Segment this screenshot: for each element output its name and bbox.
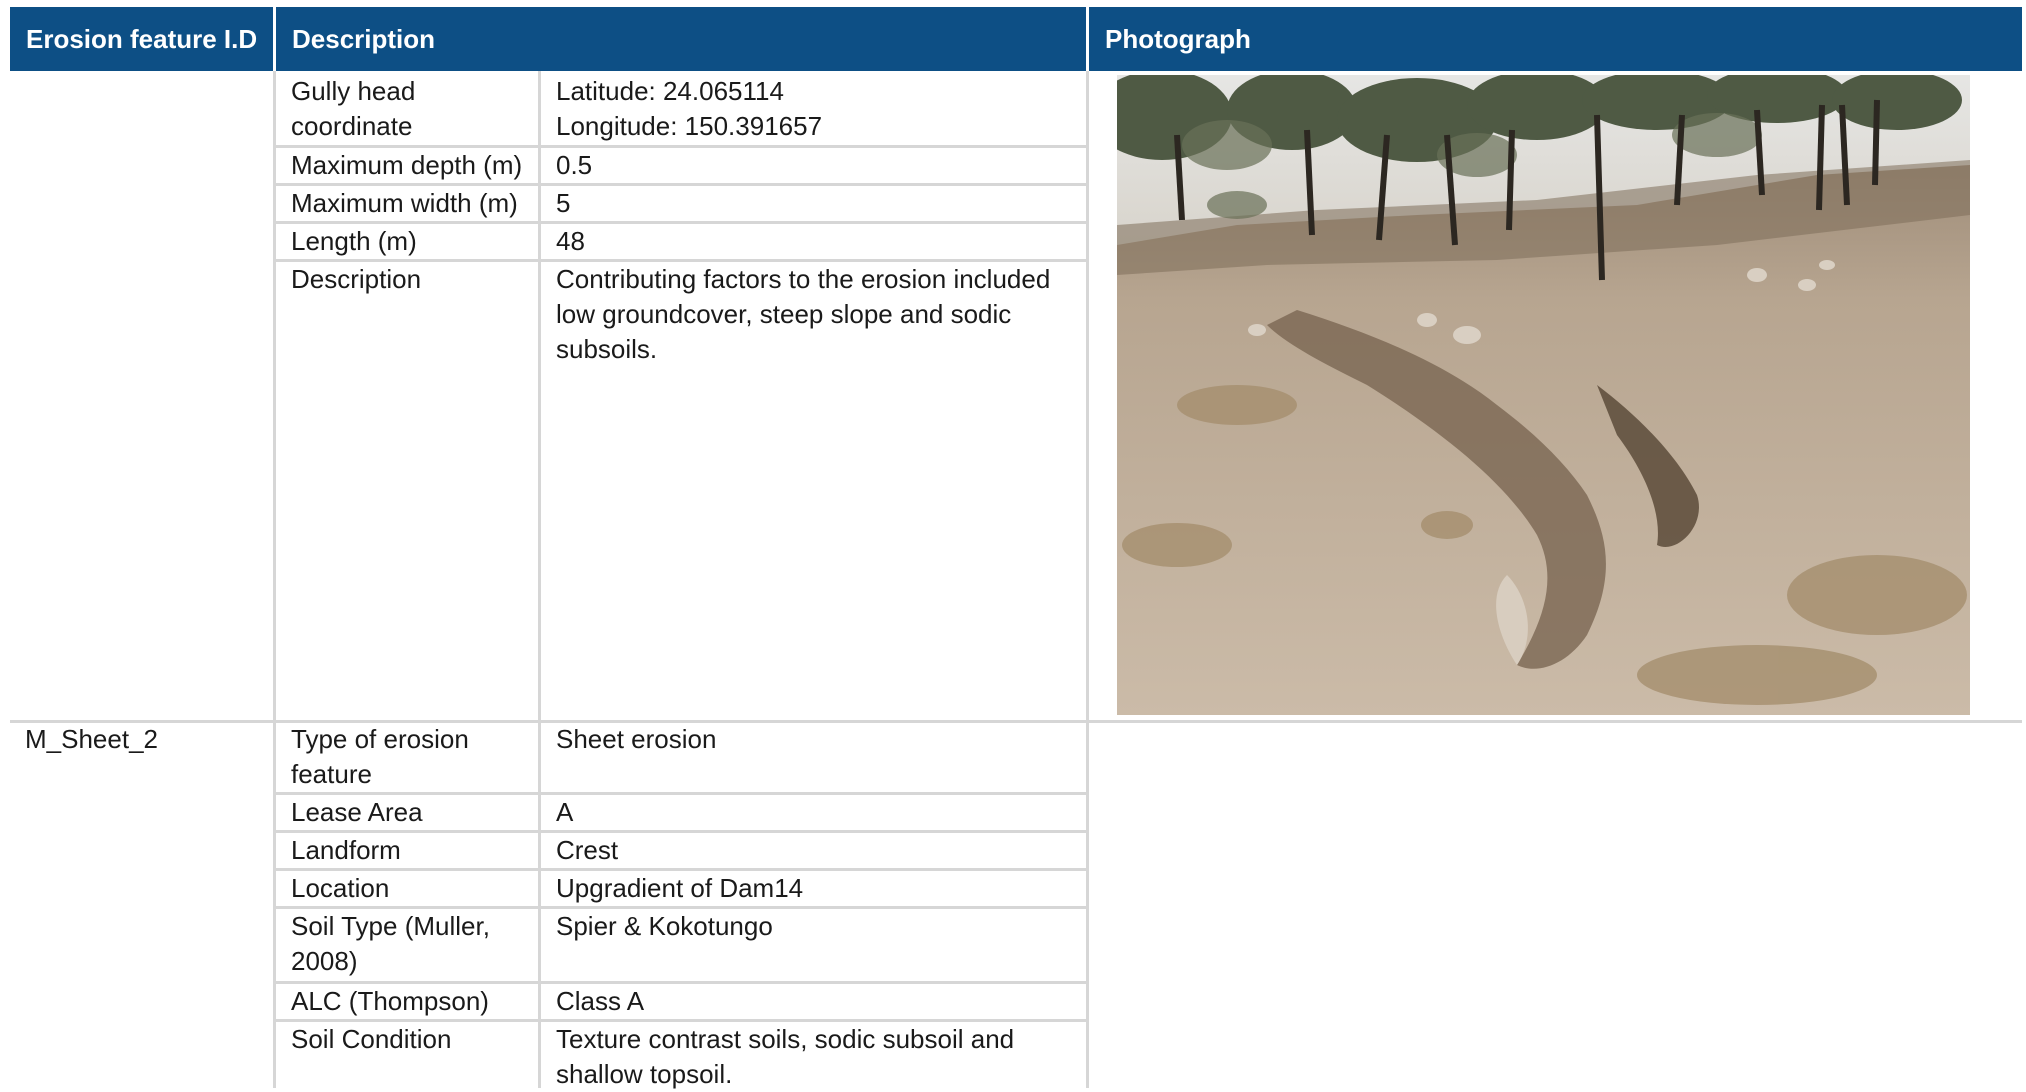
row-value-maximum-width: 5: [556, 188, 571, 218]
row-value-maximum-depth: 0.5: [556, 150, 593, 180]
row-label-soil-type: Soil Type (Muller, 2008): [291, 911, 490, 976]
header-photograph: Photograph: [1089, 7, 2022, 71]
row-label-landform: Landform: [291, 835, 401, 865]
row-label-gully-head-coordinate: Gully head coordinate: [291, 76, 416, 141]
row-label-soil-condition: Soil Condition: [291, 1024, 452, 1054]
row-value-landform: Crest: [556, 835, 619, 865]
erosion-table: Erosion feature I.D Description Photogra…: [0, 0, 2026, 1089]
row-value-description: Contributing factors to the erosion incl…: [556, 264, 1051, 364]
row-label-alc: ALC (Thompson): [291, 986, 489, 1016]
row-label-location: Location: [291, 873, 390, 903]
row-label-type-of-erosion: Type of erosion feature: [291, 724, 469, 789]
row-value-length: 48: [556, 226, 585, 256]
row-value-gully-head-coordinate: Latitude: 24.065114 Longitude: 150.39165…: [556, 76, 823, 141]
row-value-type-of-erosion: Sheet erosion: [556, 724, 717, 754]
header-erosion-id: Erosion feature I.D: [10, 7, 273, 71]
row-label-maximum-width: Maximum width (m): [291, 188, 518, 218]
row-label-description: Description: [291, 264, 422, 294]
row-label-maximum-depth: Maximum depth (m): [291, 150, 523, 180]
row-value-lease-area: A: [556, 797, 574, 827]
gully-erosion-photo: [1117, 75, 1970, 715]
row-label-lease-area: Lease Area: [291, 797, 423, 827]
erosion-feature-id: M_Sheet_2: [25, 724, 158, 754]
row-value-alc: Class A: [556, 986, 645, 1016]
row-value-soil-type: Spier & Kokotungo: [556, 911, 773, 941]
row-value-location: Upgradient of Dam14: [556, 873, 804, 903]
header-description: Description: [276, 7, 1086, 71]
row-value-soil-condition: Texture contrast soils, sodic subsoil an…: [556, 1024, 1015, 1089]
row-label-length: Length (m): [291, 226, 417, 256]
